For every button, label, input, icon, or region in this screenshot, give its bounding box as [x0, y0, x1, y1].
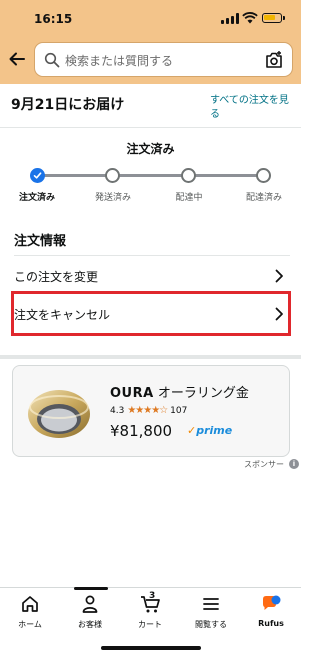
- product-brand: OURA: [110, 386, 154, 401]
- nav-cart-label: カート: [138, 620, 162, 629]
- top-header: 16:15 検索または質問する: [0, 0, 301, 84]
- search-placeholder: 検索または質問する: [65, 54, 174, 68]
- section-divider: [0, 355, 301, 359]
- step-label-shipped: 発送済み: [94, 193, 131, 203]
- progress-track: [37, 174, 263, 177]
- back-arrow-icon[interactable]: [8, 50, 26, 68]
- signal-icon: [221, 13, 239, 24]
- status-time: 16:15: [34, 12, 73, 26]
- active-tab-indicator: [74, 587, 108, 590]
- step-label-ordered: 注文済み: [18, 193, 55, 203]
- change-order-row[interactable]: この注文を変更: [14, 255, 290, 295]
- search-icon: [44, 52, 60, 68]
- nav-browse[interactable]: 閲覧する: [181, 594, 241, 634]
- rating-stars-icon: ★★★★☆: [127, 405, 168, 416]
- product-image-ring: [28, 390, 90, 438]
- nav-home-label: ホーム: [18, 620, 42, 629]
- order-status-title: 注文済み: [126, 142, 175, 156]
- home-indicator: [101, 646, 201, 650]
- step-in-transit: [181, 168, 196, 183]
- product-rating: 4.3 ★★★★☆ 107: [110, 405, 187, 416]
- chevron-right-icon: [275, 269, 283, 283]
- search-bar[interactable]: 検索または質問する: [34, 42, 293, 77]
- battery-icon: [262, 13, 285, 23]
- nav-rufus-label: Rufus: [258, 619, 284, 628]
- product-price: ¥81,800: [110, 422, 173, 440]
- camera-search-icon[interactable]: [264, 50, 284, 70]
- delivery-header: 9月21日にお届け すべての注文を見る: [0, 84, 301, 128]
- nav-rufus[interactable]: Rufus: [241, 594, 301, 634]
- cart-count-badge: 3: [149, 591, 156, 601]
- step-delivered: [256, 168, 271, 183]
- status-bar: 16:15: [0, 0, 301, 36]
- step-label-in-transit: 配達中: [175, 193, 203, 203]
- bottom-nav: ホーム お客様 3 カート 閲覧する Rufus: [0, 587, 301, 655]
- wifi-icon: [242, 12, 258, 24]
- prime-badge: ✓prime: [187, 424, 233, 437]
- account-icon: [82, 595, 98, 613]
- step-label-delivered: 配達済み: [245, 193, 282, 203]
- nav-account[interactable]: お客様: [60, 594, 120, 634]
- sponsored-label: スポンサー: [244, 460, 284, 469]
- nav-account-label: お客様: [78, 620, 102, 629]
- checkmark-icon: [33, 172, 42, 179]
- cancel-highlight-box: [11, 291, 291, 336]
- nav-browse-label: 閲覧する: [195, 620, 227, 629]
- product-name: オーラリング金: [157, 386, 249, 401]
- order-info-heading: 注文情報: [14, 234, 67, 249]
- info-icon[interactable]: i: [289, 459, 299, 469]
- all-orders-link[interactable]: すべての注文を見る: [210, 94, 296, 122]
- rufus-icon: [263, 595, 281, 610]
- prime-label: prime: [196, 424, 233, 437]
- review-count: 107: [170, 405, 188, 416]
- menu-icon: [203, 598, 219, 610]
- step-ordered: [30, 168, 45, 183]
- rating-value: 4.3: [110, 405, 125, 416]
- nav-home[interactable]: ホーム: [0, 594, 60, 634]
- delivery-date: 9月21日にお届け: [11, 97, 125, 113]
- sponsored-product-card[interactable]: OURA オーラリング金 4.3 ★★★★☆ 107 ¥81,800 ✓prim…: [12, 365, 290, 457]
- product-title: OURA オーラリング金: [110, 382, 249, 401]
- change-order-label: この注文を変更: [14, 270, 99, 284]
- step-shipped: [105, 168, 120, 183]
- home-icon: [22, 596, 38, 612]
- nav-cart[interactable]: 3 カート: [120, 591, 180, 634]
